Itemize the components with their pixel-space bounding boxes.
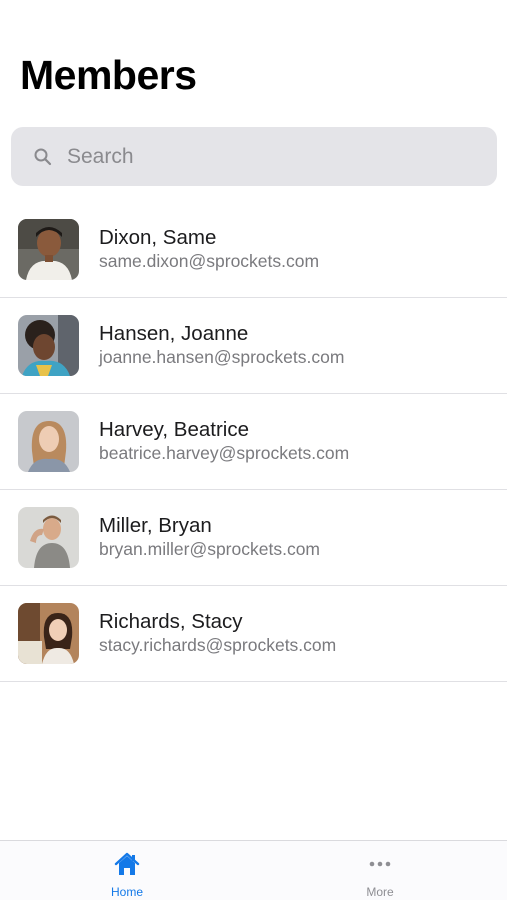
tab-more-label: More bbox=[366, 885, 394, 899]
member-email: same.dixon@sprockets.com bbox=[99, 251, 320, 271]
avatar-photo bbox=[18, 219, 79, 280]
member-row-richards[interactable]: Richards, Stacy stacy.richards@sprockets… bbox=[0, 586, 507, 682]
member-row-miller[interactable]: Miller, Bryan bryan.miller@sprockets.com bbox=[0, 490, 507, 586]
member-email: beatrice.harvey@sprockets.com bbox=[99, 443, 350, 463]
tab-bar: Home More bbox=[0, 840, 507, 900]
ellipsis-icon bbox=[366, 850, 394, 878]
search-bar[interactable] bbox=[11, 127, 497, 186]
member-name: Dixon, Same bbox=[99, 226, 217, 249]
member-list: Dixon, Same same.dixon@sprockets.com Han… bbox=[0, 202, 507, 682]
member-name: Harvey, Beatrice bbox=[99, 418, 250, 441]
member-row-dixon[interactable]: Dixon, Same same.dixon@sprockets.com bbox=[0, 202, 507, 298]
search-icon bbox=[33, 147, 53, 167]
avatar-photo bbox=[18, 315, 79, 376]
member-row-hansen[interactable]: Hansen, Joanne joanne.hansen@sprockets.c… bbox=[0, 298, 507, 394]
house-icon bbox=[113, 850, 141, 878]
page-title: Members bbox=[20, 52, 197, 98]
member-name: Richards, Stacy bbox=[99, 610, 243, 633]
member-email: joanne.hansen@sprockets.com bbox=[99, 347, 345, 367]
avatar-photo bbox=[18, 603, 79, 664]
members-screen: Members Dixon, Same bbox=[0, 0, 507, 900]
tab-home[interactable]: Home bbox=[67, 841, 187, 900]
member-name: Miller, Bryan bbox=[99, 514, 212, 537]
member-email: stacy.richards@sprockets.com bbox=[99, 635, 337, 655]
member-row-harvey[interactable]: Harvey, Beatrice beatrice.harvey@sprocke… bbox=[0, 394, 507, 490]
search-input[interactable] bbox=[67, 144, 467, 169]
member-name: Hansen, Joanne bbox=[99, 322, 249, 345]
tab-more[interactable]: More bbox=[320, 841, 440, 900]
avatar-photo bbox=[18, 411, 79, 472]
member-email: bryan.miller@sprockets.com bbox=[99, 539, 321, 559]
tab-home-label: Home bbox=[110, 885, 143, 899]
avatar-photo bbox=[18, 507, 79, 568]
